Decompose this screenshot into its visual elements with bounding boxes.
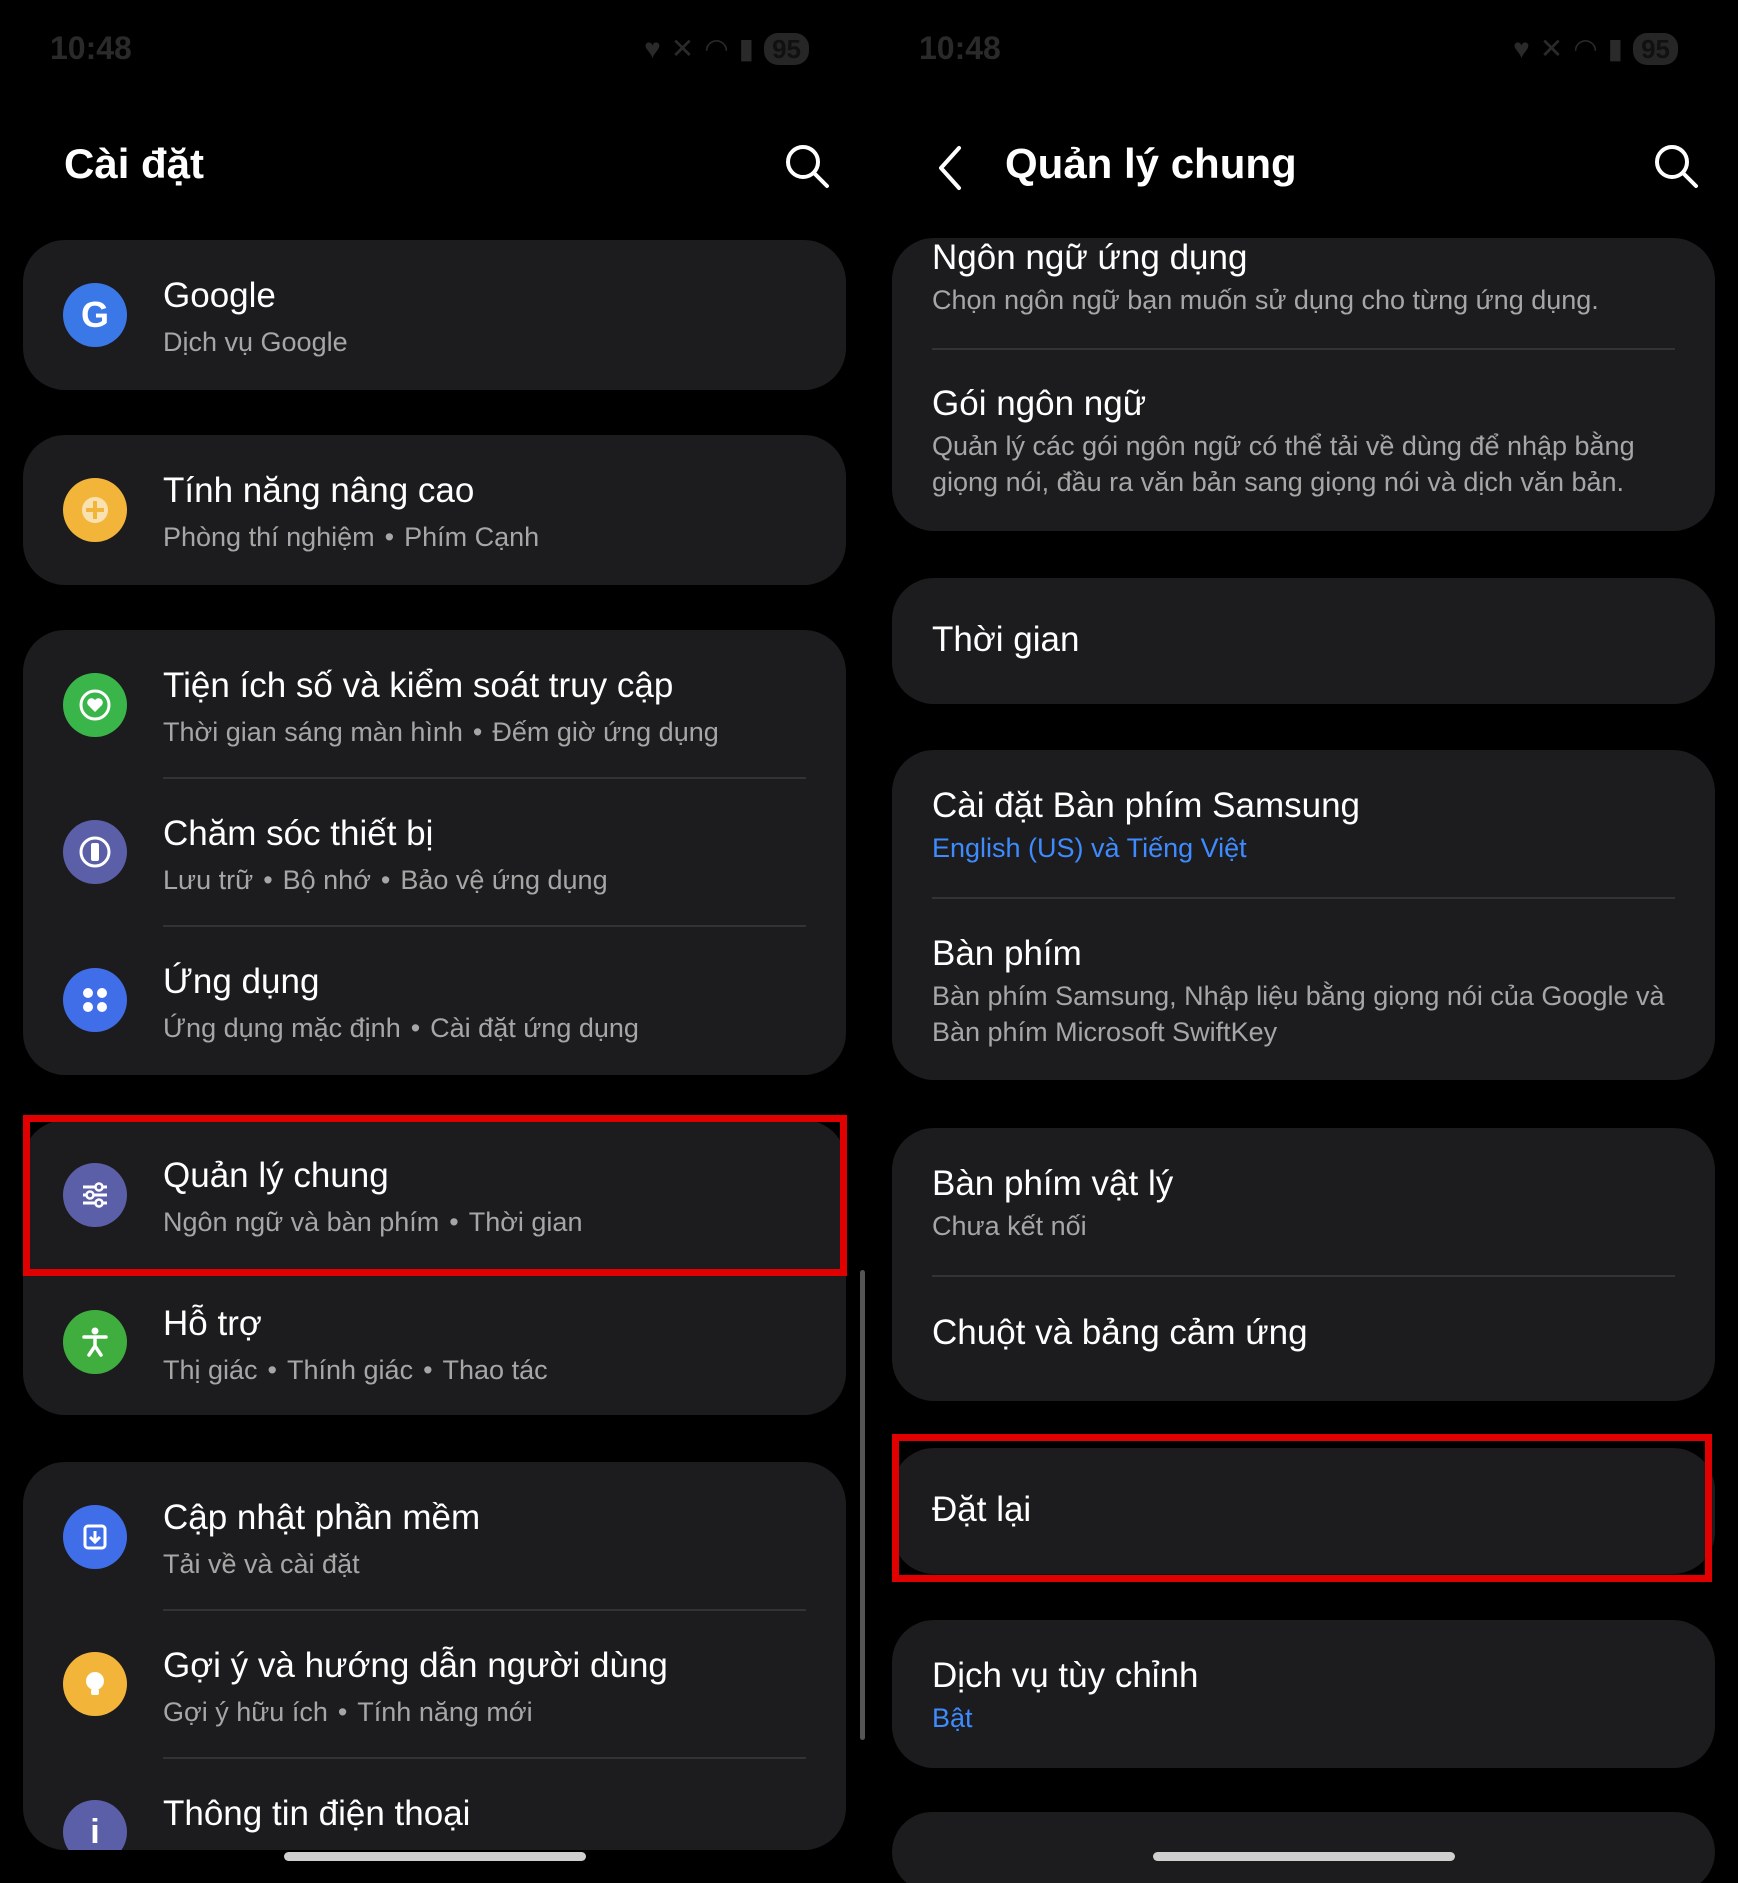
item-title: Thời gian bbox=[932, 620, 1080, 659]
settings-item-apps[interactable]: Ứng dụng Ứng dụng mặc định • Cài đặt ứng d… bbox=[23, 926, 846, 1074]
mute-icon: ✕ bbox=[1539, 33, 1564, 64]
device-care-icon bbox=[63, 820, 127, 884]
highlight-box bbox=[892, 1434, 1712, 1582]
back-button[interactable] bbox=[929, 140, 973, 196]
settings-item-date-time[interactable]: Thời gian bbox=[892, 578, 1715, 704]
settings-item-samsung-keyboard[interactable]: Cài đặt Bàn phím Samsung English (US) và… bbox=[892, 750, 1715, 898]
scrollbar[interactable] bbox=[860, 1270, 865, 1740]
item-title: Chuột và bảng cảm ứng bbox=[932, 1313, 1308, 1352]
settings-item-accessibility[interactable]: Hỗ trợ Thị giác • Thính giác • Thao tác bbox=[23, 1268, 846, 1415]
card-keyboards: Cài đặt Bàn phím Samsung English (US) và… bbox=[892, 750, 1715, 1080]
settings-item-google[interactable]: G Google Dịch vụ Google bbox=[23, 240, 846, 390]
search-button[interactable] bbox=[1648, 138, 1704, 194]
settings-screen: 10:48 ♥ ✕ ◠ ▮ 95 Cài đặt G Google Dịch v… bbox=[0, 0, 869, 1883]
card-customization: Dịch vụ tùy chỉnh Bật bbox=[892, 1620, 1715, 1768]
card-input-devices: Bàn phím vật lý Chưa kết nối Chuột và bả… bbox=[892, 1128, 1715, 1401]
settings-item-tips[interactable]: Gợi ý và hướng dẫn người dùng Gợi ý hữu … bbox=[23, 1610, 846, 1758]
home-indicator[interactable] bbox=[283, 1852, 586, 1861]
item-title: Gói ngôn ngữ bbox=[932, 384, 1147, 423]
item-title: Cài đặt Bàn phím Samsung bbox=[932, 786, 1361, 825]
item-title: Gợi ý và hướng dẫn người dùng bbox=[163, 1646, 668, 1685]
settings-item-software-update[interactable]: Cập nhật phần mềm Tải về và cài đặt bbox=[23, 1462, 846, 1610]
item-subtitle: Gợi ý hữu ích • Tính năng mới bbox=[163, 1697, 533, 1727]
item-title: Cập nhật phần mềm bbox=[163, 1498, 481, 1537]
card-partial bbox=[892, 1812, 1715, 1883]
heart-icon: ♥ bbox=[1513, 32, 1530, 64]
header: Quản lý chung bbox=[869, 130, 1738, 210]
settings-item-about-phone[interactable]: i Thông tin điện thoại bbox=[23, 1758, 846, 1850]
item-title: Chăm sóc thiết bị bbox=[163, 814, 434, 853]
card-time: Thời gian bbox=[892, 578, 1715, 704]
item-title: Bàn phím vật lý bbox=[932, 1164, 1174, 1203]
settings-item-device-care[interactable]: Chăm sóc thiết bị Lưu trữ • Bộ nhớ • Bảo vệ … bbox=[23, 778, 846, 926]
apps-grid-icon bbox=[63, 968, 127, 1032]
card-group-5: Cập nhật phần mềm Tải về và cài đặt Gợi … bbox=[23, 1462, 846, 1850]
lightbulb-icon bbox=[63, 1652, 127, 1716]
search-icon bbox=[786, 145, 829, 188]
item-subtitle: Thời gian sáng màn hình • Đếm giờ ứng dụng bbox=[163, 717, 719, 747]
item-subtitle: Chưa kết nối bbox=[932, 1211, 1087, 1241]
info-icon: i bbox=[63, 1800, 127, 1850]
battery-badge: 95 bbox=[1633, 32, 1678, 65]
settings-item-physical-keyboard[interactable]: Bàn phím vật lý Chưa kết nối bbox=[892, 1128, 1715, 1275]
item-subtitle: Bàn phím Samsung, Nhập liệu bằng giọng n… bbox=[932, 981, 1665, 1047]
card-advanced: Tính năng nâng cao Phòng thí nghiệm • Phím… bbox=[23, 435, 846, 585]
item-title: Dịch vụ tùy chỉnh bbox=[932, 1656, 1199, 1695]
item-subtitle: Dịch vụ Google bbox=[163, 327, 348, 357]
item-subtitle: Bật bbox=[932, 1703, 973, 1733]
signal-icon: ▮ bbox=[1607, 33, 1624, 64]
item-subtitle: Phòng thí nghiệm • Phím Cạnh bbox=[163, 522, 540, 552]
item-subtitle: Thị giác • Thính giác • Thao tác bbox=[163, 1355, 548, 1385]
item-subtitle: Chọn ngôn ngữ bạn muốn sử dụng cho từng … bbox=[932, 285, 1599, 315]
item-title: Ngôn ngữ ứng dụng bbox=[932, 238, 1248, 277]
header: Cài đặt bbox=[0, 130, 869, 210]
item-subtitle: Quản lý các gói ngôn ngữ có thể tải về d… bbox=[932, 431, 1635, 497]
status-time: 10:48 bbox=[919, 30, 1001, 66]
card-google: G Google Dịch vụ Google bbox=[23, 240, 846, 390]
page-title: Cài đặt bbox=[64, 140, 205, 187]
item-title: Tính năng nâng cao bbox=[163, 471, 475, 510]
item-title: Bàn phím bbox=[932, 934, 1082, 973]
heart-circle-icon bbox=[63, 673, 127, 737]
item-title: Google bbox=[163, 276, 276, 315]
settings-item-customization-service[interactable]: Dịch vụ tùy chỉnh Bật bbox=[892, 1620, 1715, 1768]
wifi-icon: ◠ bbox=[1573, 33, 1598, 64]
card-group-3: Tiện ích số và kiểm soát truy cập Thời g… bbox=[23, 630, 846, 1075]
settings-item-language-packs[interactable]: Gói ngôn ngữ Quản lý các gói ngôn ngữ có… bbox=[892, 350, 1715, 530]
item-subtitle: Lưu trữ • Bộ nhớ • Bảo vệ ứng dụng bbox=[163, 865, 608, 895]
signal-icon: ▮ bbox=[738, 33, 755, 64]
settings-item-keyboard-list[interactable]: Bàn phím Bàn phím Samsung, Nhập liệu bằn… bbox=[892, 898, 1715, 1080]
mute-icon: ✕ bbox=[670, 33, 695, 64]
search-icon bbox=[1655, 145, 1698, 188]
settings-item-advanced-features[interactable]: Tính năng nâng cao Phòng thí nghiệm • Phím… bbox=[23, 435, 846, 585]
chevron-left-icon bbox=[939, 146, 961, 190]
card-language: Ngôn ngữ ứng dụng Chọn ngôn ngữ bạn muốn… bbox=[892, 238, 1715, 531]
status-bar: 10:48 ♥ ✕ ◠ ▮ 95 bbox=[869, 28, 1738, 68]
download-icon bbox=[63, 1505, 127, 1569]
item-title: Hỗ trợ bbox=[163, 1304, 262, 1343]
item-subtitle: Tải về và cài đặt bbox=[163, 1549, 360, 1579]
status-bar: 10:48 ♥ ✕ ◠ ▮ 95 bbox=[0, 28, 869, 68]
battery-badge: 95 bbox=[764, 32, 809, 65]
item-title: Thông tin điện thoại bbox=[163, 1794, 471, 1833]
page-title: Quản lý chung bbox=[1005, 140, 1297, 187]
item-subtitle: English (US) và Tiếng Việt bbox=[932, 833, 1247, 863]
settings-item-app-languages[interactable]: Ngôn ngữ ứng dụng Chọn ngôn ngữ bạn muốn… bbox=[892, 238, 1715, 348]
settings-item-digital-wellbeing[interactable]: Tiện ích số và kiểm soát truy cập Thời g… bbox=[23, 630, 846, 778]
accessibility-icon bbox=[63, 1310, 127, 1374]
wifi-icon: ◠ bbox=[704, 33, 729, 64]
settings-item-mouse-touchpad[interactable]: Chuột và bảng cảm ứng bbox=[892, 1277, 1715, 1401]
highlight-box bbox=[23, 1115, 847, 1276]
status-time: 10:48 bbox=[50, 30, 132, 66]
heart-icon: ♥ bbox=[644, 32, 661, 64]
google-icon: G bbox=[63, 283, 127, 347]
item-title: Ứng dụng bbox=[163, 962, 320, 1001]
item-title: Tiện ích số và kiểm soát truy cập bbox=[163, 666, 674, 705]
plus-gear-icon bbox=[63, 478, 127, 542]
general-management-screen: 10:48 ♥ ✕ ◠ ▮ 95 Quản lý chung Ngôn ngữ … bbox=[869, 0, 1738, 1883]
home-indicator[interactable] bbox=[1152, 1852, 1455, 1861]
search-button[interactable] bbox=[779, 138, 835, 194]
item-subtitle: Ứng dụng mặc định • Cài đặt ứng dụng bbox=[163, 1013, 639, 1043]
